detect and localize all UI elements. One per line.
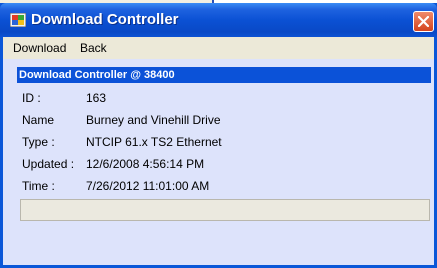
panel-header: Download Controller @ 38400 — [17, 67, 431, 83]
close-icon — [418, 16, 429, 27]
window-client-area: Download Back Download Controller @ 3840… — [3, 37, 434, 265]
title-bar[interactable]: Download Controller — [0, 3, 437, 37]
updated-value: 12/6/2008 4:56:14 PM — [86, 157, 205, 171]
updated-label: Updated : — [22, 157, 75, 171]
menu-bar: Download Back — [3, 37, 434, 59]
name-value: Burney and Vinehill Drive — [86, 113, 221, 127]
menu-back[interactable]: Back — [80, 41, 107, 55]
time-label: Time : — [22, 179, 55, 193]
id-label: ID : — [22, 91, 41, 105]
close-button[interactable] — [413, 11, 434, 32]
id-value: 163 — [86, 91, 107, 105]
download-controller-window: Download Controller Download Back Downlo… — [0, 3, 437, 268]
type-label: Type : — [22, 135, 55, 149]
name-label: Name — [22, 113, 55, 127]
app-window-icon — [10, 13, 26, 27]
time-value: 7/26/2012 11:01:00 AM — [86, 179, 210, 193]
status-box — [20, 199, 430, 221]
window-title: Download Controller — [31, 11, 179, 28]
controller-info-panel: Download Controller @ 38400 ID : 163 Nam… — [3, 59, 434, 265]
menu-download[interactable]: Download — [13, 41, 66, 55]
type-value: NTCIP 61.x TS2 Ethernet — [86, 135, 222, 149]
